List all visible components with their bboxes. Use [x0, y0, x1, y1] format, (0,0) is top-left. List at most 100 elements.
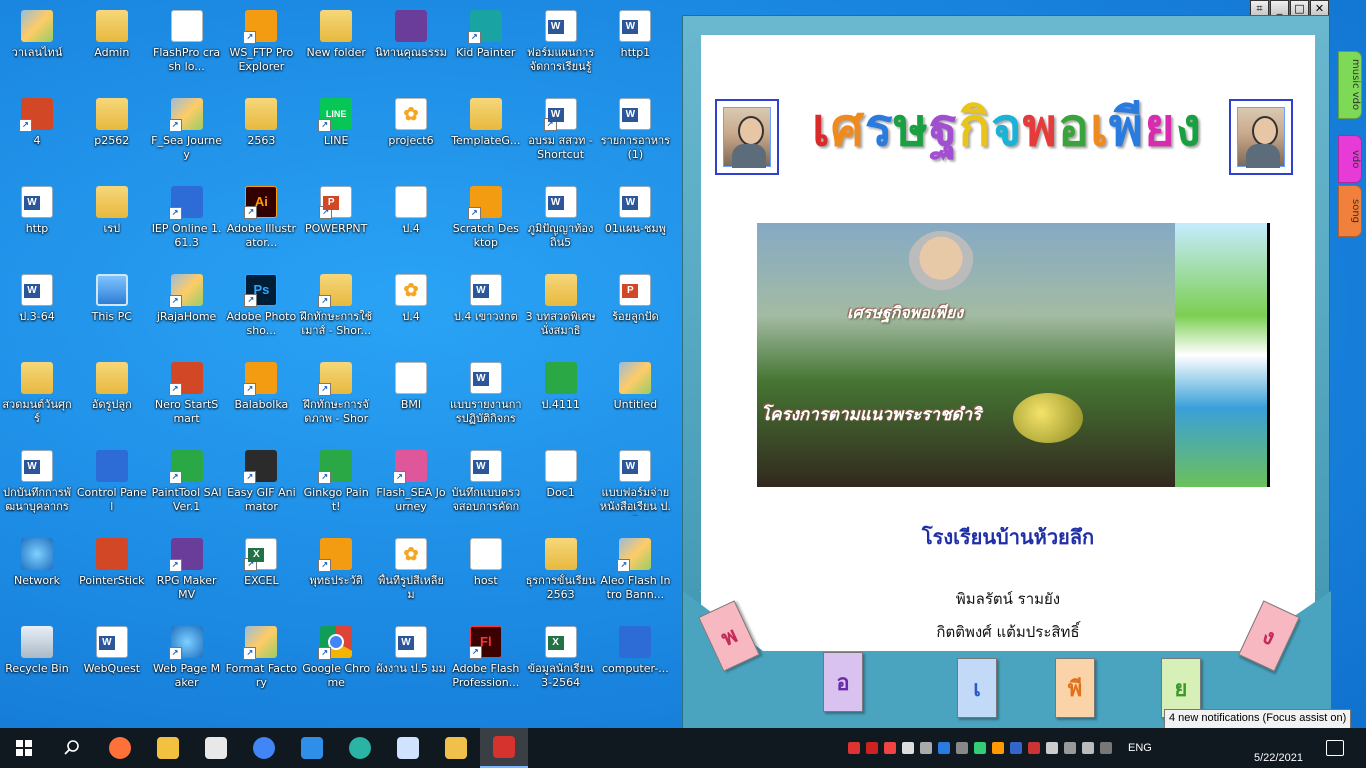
desktop-icon[interactable]: ✿ พื้นที่รูปสี่เหลี่ยม — [374, 532, 448, 616]
close-button[interactable]: ✕ — [1310, 0, 1329, 16]
desktop-icon[interactable]: ปกบันทึกการพัฒนาบุคลากร — [0, 444, 74, 528]
tray-app-icon[interactable] — [848, 742, 860, 754]
desktop-icon[interactable]: This PC — [75, 268, 149, 352]
desktop-icon[interactable]: เรป — [75, 180, 149, 264]
volume-icon[interactable] — [1082, 742, 1094, 754]
tray-app-icon[interactable] — [974, 742, 986, 754]
desktop-icon[interactable]: http — [0, 180, 74, 264]
desktop-icon[interactable]: ป.4111 — [524, 356, 598, 440]
taskbar-app-button[interactable] — [240, 728, 288, 768]
desktop-icon[interactable]: WebQuest — [75, 620, 149, 704]
desktop-icon[interactable]: ↗ Nero StartSmart — [150, 356, 224, 440]
network-icon[interactable] — [1064, 742, 1076, 754]
desktop-icon[interactable]: New folder — [299, 4, 373, 88]
desktop-icon[interactable]: ↗ POWERPNT — [299, 180, 373, 264]
letter-card[interactable]: อ — [823, 652, 863, 712]
desktop-icon[interactable]: ✿ ป.4 — [374, 268, 448, 352]
taskbar-app-button[interactable] — [384, 728, 432, 768]
desktop-icon[interactable]: ↗ ฝึกทักษะการจัดภาพ - Short... — [299, 356, 373, 440]
desktop-icon[interactable]: ↗ PaintTool SAI Ver.1 — [150, 444, 224, 528]
desktop-icon[interactable]: ↗ RPG Maker MV — [150, 532, 224, 616]
fullscreen-button[interactable]: ⌗ — [1250, 0, 1269, 16]
letter-card[interactable]: เ — [957, 658, 997, 718]
start-button[interactable] — [0, 728, 48, 768]
desktop-icon[interactable]: Control Panel — [75, 444, 149, 528]
search-button[interactable] — [48, 728, 96, 768]
desktop-icon[interactable]: ↗ Balabolka — [224, 356, 298, 440]
desktop-icon[interactable]: ผังงาน ป.5 มม — [374, 620, 448, 704]
tray-app-icon[interactable] — [1010, 742, 1022, 754]
desktop-icon[interactable]: ↗ Flash_SEA Journey — [374, 444, 448, 528]
desktop-icon[interactable]: ↗ 4 — [0, 92, 74, 176]
desktop-icon[interactable]: อัดรูปลูก — [75, 356, 149, 440]
tray-app-icon[interactable] — [992, 742, 1004, 754]
desktop-icon[interactable]: Admin — [75, 4, 149, 88]
tray-app-icon[interactable] — [902, 742, 914, 754]
taskbar-app-button[interactable] — [480, 728, 528, 768]
desktop-icon[interactable]: PointerStick — [75, 532, 149, 616]
desktop-icon[interactable]: LINE ↗ LINE — [299, 92, 373, 176]
notification-center-icon[interactable] — [1326, 740, 1344, 756]
desktop-icon[interactable]: TemplateG... — [449, 92, 523, 176]
tray-app-icon[interactable] — [1028, 742, 1040, 754]
tray-app-icon[interactable] — [884, 742, 896, 754]
desktop-icon[interactable]: ↗ Scratch Desktop — [449, 180, 523, 264]
desktop-icon[interactable]: ↗ Google Chrome — [299, 620, 373, 704]
desktop-icon[interactable]: BMI — [374, 356, 448, 440]
desktop-icon[interactable]: แบบฟอร์มจ่ายหนังสือเรียน ป.3 — [598, 444, 672, 528]
desktop-icon[interactable]: บันทึกแบบตรวจสอบการคัดกร... — [449, 444, 523, 528]
desktop-icon[interactable]: วาเลนไทน์ — [0, 4, 74, 88]
desktop-icon[interactable]: ✿ project6 — [374, 92, 448, 176]
battery-icon[interactable] — [1100, 742, 1112, 754]
desktop-icon[interactable]: ↗ F_Sea Journey — [150, 92, 224, 176]
desktop-icon[interactable]: Untitled — [598, 356, 672, 440]
desktop-icon[interactable]: ↗ Easy GIF Animator — [224, 444, 298, 528]
desktop-icon[interactable]: ↗ Aleo Flash Intro Bann... — [598, 532, 672, 616]
taskbar-app-button[interactable] — [144, 728, 192, 768]
desktop-icon[interactable]: ↗ อบรม สสวท - Shortcut — [524, 92, 598, 176]
bluetooth-icon[interactable] — [938, 742, 950, 754]
desktop-icon[interactable]: FlashPro crash lo... — [150, 4, 224, 88]
desktop-icon[interactable]: ป.3-64 — [0, 268, 74, 352]
desktop-icon[interactable]: ธุรการขั้นเรียน 2563 — [524, 532, 598, 616]
maximize-button[interactable]: □ — [1290, 0, 1309, 16]
flash-book-window[interactable]: ⌗ _ □ ✕ เศรษฐกิจพอเพียง เศรษฐกิจพอเพียง … — [682, 0, 1362, 745]
desktop-icon[interactable]: Network — [0, 532, 74, 616]
tray-app-icon[interactable] — [1046, 742, 1058, 754]
taskbar-app-button[interactable] — [432, 728, 480, 768]
desktop-icon[interactable]: Ai ↗ Adobe Illustrator... — [224, 180, 298, 264]
desktop-icon[interactable]: สวดมนต์วันศุกร์ — [0, 356, 74, 440]
desktop-icon[interactable]: http1 — [598, 4, 672, 88]
desktop-icon[interactable]: แบบรายงานการปฏิบัติกิจกรร... — [449, 356, 523, 440]
taskbar-app-button[interactable] — [96, 728, 144, 768]
desktop-icon[interactable]: p2562 — [75, 92, 149, 176]
desktop-icon[interactable]: ↗ Ginkgo Paint! — [299, 444, 373, 528]
desktop-icon[interactable]: ↗ Web Page Maker — [150, 620, 224, 704]
desktop-icon[interactable]: ↗ IEP Online 1.61.3 — [150, 180, 224, 264]
clock-date[interactable]: 5/22/2021 — [1254, 752, 1303, 764]
desktop-icon[interactable]: 3 บทสวดพิเศษ นั่งสมาธิ — [524, 268, 598, 352]
minimize-button[interactable]: _ — [1270, 0, 1289, 16]
desktop-icon[interactable]: 2563 — [224, 92, 298, 176]
desktop-icon[interactable]: ↗ Kid Painter — [449, 4, 523, 88]
taskbar-app-button[interactable] — [336, 728, 384, 768]
desktop-icon[interactable]: Recycle Bin — [0, 620, 74, 704]
letter-card[interactable]: พี — [1055, 658, 1095, 718]
desktop-icon[interactable]: ร้อยลูกปัด — [598, 268, 672, 352]
desktop-icon[interactable]: Fl ↗ Adobe Flash Profession... — [449, 620, 523, 704]
desktop-icon[interactable]: รายการอาหาร(1) — [598, 92, 672, 176]
tab-music-vdo[interactable]: music vdo — [1338, 51, 1362, 119]
desktop-icon[interactable]: ↗ EXCEL — [224, 532, 298, 616]
desktop-icon[interactable]: Ps ↗ Adobe Photosho... — [224, 268, 298, 352]
desktop-icon[interactable]: ป.4 — [374, 180, 448, 264]
desktop-icon[interactable]: computer-... — [598, 620, 672, 704]
taskbar-app-button[interactable] — [288, 728, 336, 768]
tray-app-icon[interactable] — [956, 742, 968, 754]
desktop-icon[interactable]: ป.4 เขาวงกต — [449, 268, 523, 352]
desktop-icon[interactable]: ↗ WS_FTP Pro Explorer — [224, 4, 298, 88]
tab-vdo[interactable]: vdo — [1338, 135, 1362, 183]
desktop-icon[interactable]: ↗ พุทธประวัติ — [299, 532, 373, 616]
desktop-icon[interactable]: Doc1 — [524, 444, 598, 528]
desktop-icon[interactable]: 01แผน-ชมพู — [598, 180, 672, 264]
desktop-icon[interactable]: ภูมิปัญญาท้องถิ่น5 — [524, 180, 598, 264]
